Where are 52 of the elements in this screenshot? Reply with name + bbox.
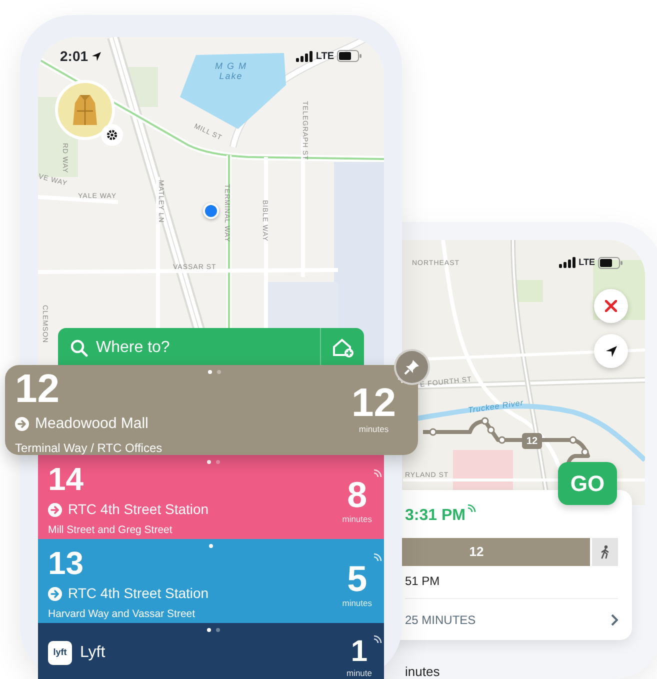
eta-unit: minutes <box>342 597 372 610</box>
coat-icon <box>71 93 99 127</box>
arrow-right-icon <box>15 417 29 432</box>
network-label: LTE <box>316 50 334 64</box>
route-number: 12 <box>15 369 60 409</box>
route-card[interactable]: 12 Meadowood Mall Terminal Way / RTC Offices 12 minutes <box>5 365 418 455</box>
arrow-right-icon <box>48 586 62 600</box>
signal-icon <box>558 257 576 268</box>
battery-icon <box>598 256 623 269</box>
building-area <box>453 450 513 490</box>
service-logo: lyft <box>48 641 72 665</box>
arrow-right-icon <box>48 502 62 516</box>
stop-name: Harvard Way and Vassar Street <box>48 607 196 622</box>
settings-icon <box>106 129 118 141</box>
destination-name: RTC 4th Street Station <box>68 500 209 519</box>
service-name: Lyft <box>80 643 106 663</box>
destination-name: Meadowood Mall <box>35 414 148 434</box>
eta-value: 1 <box>350 637 368 667</box>
departure-time: 51 PM <box>405 573 441 590</box>
eta-unit: minutes <box>342 513 372 526</box>
search-input[interactable]: Where to? <box>88 336 320 360</box>
walking-person-icon <box>600 545 610 559</box>
eta-unit: minute <box>346 667 372 679</box>
close-icon <box>605 300 617 312</box>
eta-unit: minutes <box>358 423 389 436</box>
route-badge: 12 <box>522 433 542 449</box>
ride-card[interactable]: lyft Lyft 1 minute <box>38 623 384 679</box>
home-plus-icon <box>332 338 354 358</box>
signal-icon <box>296 50 313 62</box>
network-label: LTE <box>578 256 595 269</box>
clock-time: 2:01 <box>60 46 88 66</box>
battery-icon <box>337 50 362 62</box>
lake-label: M G M Lake <box>214 62 248 82</box>
map-label: Truckee River <box>468 399 524 415</box>
destination-name: RTC 4th Street Station <box>68 584 209 603</box>
location-arrow-icon <box>91 50 102 62</box>
eta-value: 8 <box>347 477 368 513</box>
stop-name: Terminal Way / RTC Offices <box>15 440 162 456</box>
route-card[interactable]: 13 RTC 4th Street Station Harvard Way and Vassar Street 5 minutes <box>38 539 384 623</box>
search-bar[interactable]: Where to? <box>58 328 364 368</box>
search-icon <box>70 339 88 357</box>
route-number: 14 <box>48 463 85 495</box>
trip-duration: 25 MINUTES <box>405 612 476 628</box>
arrival-time: 3:31 PM <box>405 506 466 526</box>
eta-value: 12 <box>352 383 396 423</box>
route-number: 13 <box>48 547 85 579</box>
chevron-right-icon[interactable] <box>610 614 618 626</box>
stop-name: Mill Street and Greg Street <box>48 523 174 538</box>
pushpin-icon <box>404 359 420 375</box>
navigation-arrow-icon <box>604 344 618 358</box>
go-button[interactable]: GO <box>558 462 617 505</box>
route-card[interactable]: 14 RTC 4th Street Station Mill Street and Greg Street 8 minutes <box>38 455 384 539</box>
